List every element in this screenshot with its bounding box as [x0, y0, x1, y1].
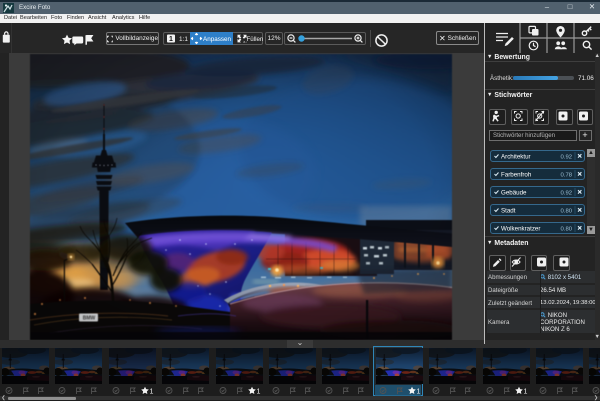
svg-text:0.80: 0.80 [560, 208, 572, 214]
svg-text:1:1: 1:1 [179, 36, 188, 43]
svg-text:Gebäude: Gebäude [501, 189, 527, 196]
svg-text:0.92: 0.92 [560, 154, 571, 160]
svg-text:Wolkenkratzer: Wolkenkratzer [501, 225, 540, 232]
svg-text:0.92: 0.92 [560, 190, 571, 196]
svg-text:Stadt: Stadt [501, 207, 516, 214]
svg-text:Farbenfroh: Farbenfroh [501, 171, 532, 178]
svg-text:Füllen: Füllen [247, 36, 264, 43]
svg-text:0.80: 0.80 [560, 226, 572, 232]
svg-text:1: 1 [169, 36, 173, 43]
svg-text:Anpassen: Anpassen [203, 36, 232, 43]
svg-text:Architektur: Architektur [501, 153, 531, 160]
svg-text:0.78: 0.78 [560, 172, 572, 178]
